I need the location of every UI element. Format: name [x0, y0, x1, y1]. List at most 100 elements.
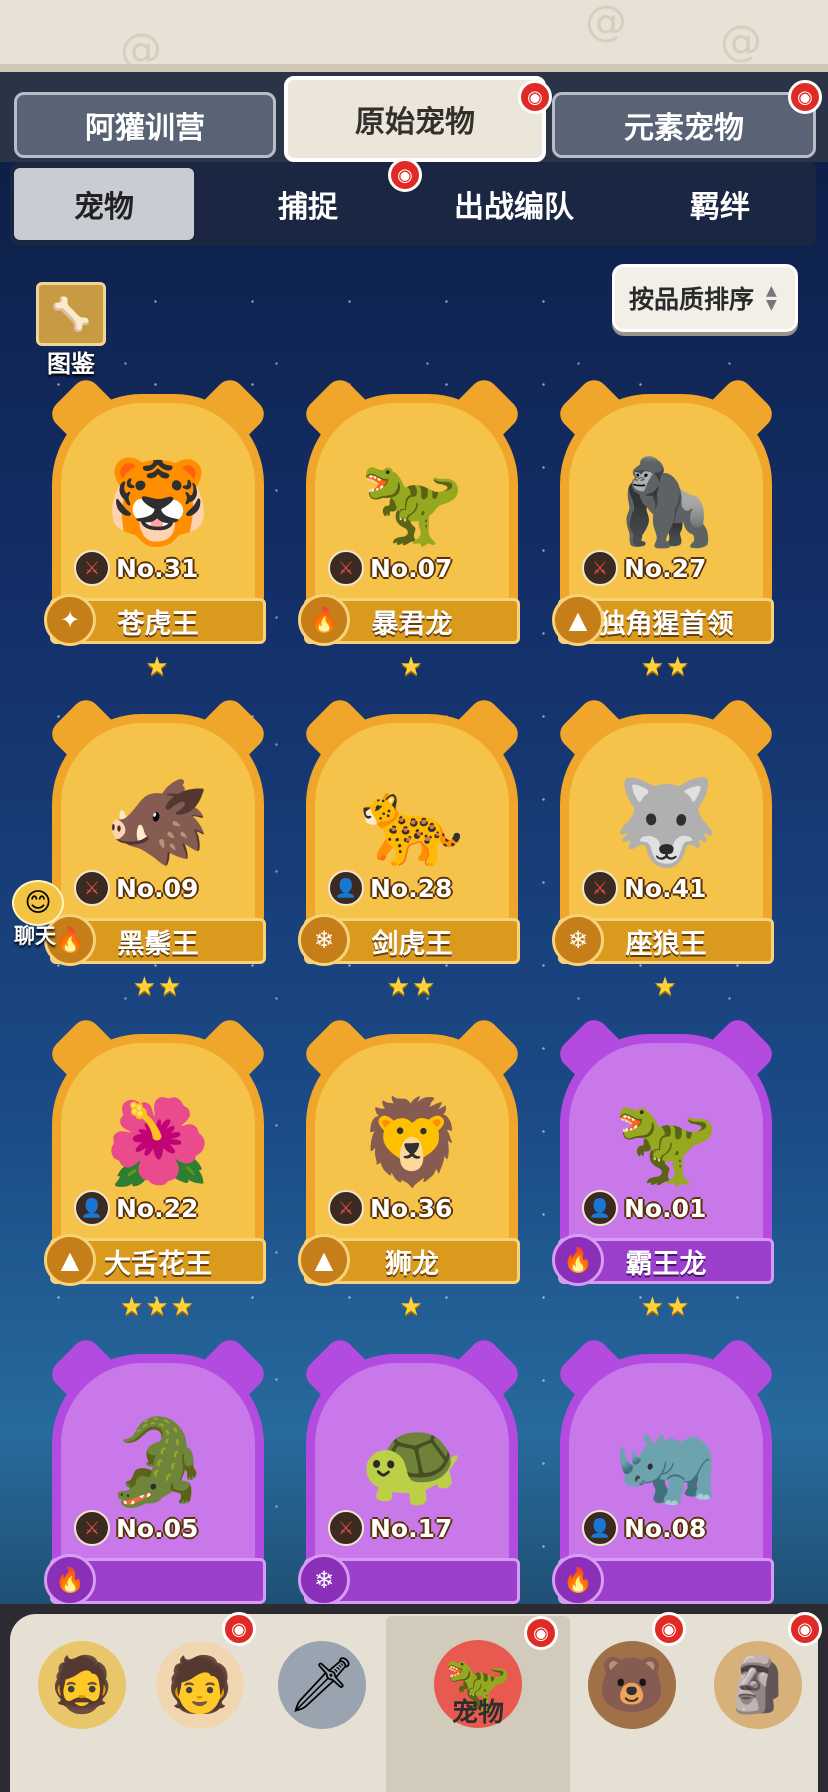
- pet-emblem: 🦖: [613, 1093, 719, 1191]
- alert-bell-icon: ◉: [788, 80, 822, 114]
- user-icon: 👤: [328, 870, 364, 906]
- pet-number: No.36: [370, 1193, 453, 1223]
- sword-icon: ⚔: [328, 1510, 364, 1546]
- codex-scroll-icon[interactable]: 🦴: [36, 282, 106, 346]
- sword-icon: ⚔: [328, 1190, 364, 1226]
- poison-element-icon: ✦: [44, 594, 96, 646]
- pet-emblem: 🐯: [105, 453, 211, 551]
- pet-stars: ★★: [132, 972, 184, 1002]
- pet-number-row: ⚔ No.31: [74, 550, 198, 586]
- pet-number: No.27: [624, 553, 707, 583]
- pet-card[interactable]: 🦁 ⚔ No.36 狮龙 ▲ ★: [298, 1014, 526, 1326]
- subtab-formation[interactable]: 出战编队: [424, 168, 604, 240]
- pet-stars: ★: [653, 972, 679, 1002]
- pet-card[interactable]: 🦍 ⚔ No.27 独角猩首领 ▲ ★★: [552, 374, 780, 686]
- subtab-pets[interactable]: 宠物: [14, 168, 194, 240]
- pet-name: 狮龙: [385, 1248, 439, 1280]
- earth-element-icon: ▲: [44, 1234, 96, 1286]
- pet-name: 霸王龙: [625, 1248, 707, 1280]
- pet-number-row: ⚔ No.07: [328, 550, 452, 586]
- alert-bell-icon: ◉: [388, 158, 422, 192]
- pet-stars: ★: [145, 652, 171, 682]
- pet-number-row: ⚔ No.09: [74, 870, 198, 906]
- nav-weapon[interactable]: 🗡: [262, 1620, 382, 1750]
- pet-name: 大舌花王: [104, 1248, 212, 1280]
- earth-element-icon: ▲: [552, 594, 604, 646]
- pet-card[interactable]: 🌺 👤 No.22 大舌花王 ▲ ★★★: [44, 1014, 272, 1326]
- ice-element-icon: ❄: [298, 914, 350, 966]
- pet-emblem: 🦍: [613, 453, 719, 551]
- pet-emblem: 🐺: [613, 773, 719, 871]
- pet-card[interactable]: 🦏 👤 No.08 🔥: [552, 1334, 780, 1646]
- pet-stars: ★★: [386, 972, 438, 1002]
- pet-number-row: ⚔ No.41: [582, 870, 706, 906]
- pet-card[interactable]: 🐆 👤 No.28 剑虎王 ❄ ★★: [298, 694, 526, 1006]
- pet-number-row: 👤 No.08: [582, 1510, 706, 1546]
- alert-bell-icon: ◉: [788, 1612, 822, 1646]
- weapon-icon: 🗡: [278, 1641, 366, 1729]
- subtab-bond[interactable]: 羁绊: [630, 168, 810, 240]
- pet-stars: ★★★: [120, 1292, 196, 1322]
- nav-pets-label: 宠物: [451, 1698, 504, 1728]
- alert-bell-icon: ◉: [518, 80, 552, 114]
- caveman-icon: 🧔: [38, 1641, 126, 1729]
- pet-number: No.41: [624, 873, 707, 903]
- pet-stars: ★: [399, 1292, 425, 1322]
- sword-icon: ⚔: [582, 870, 618, 906]
- pet-number-row: 👤 No.28: [328, 870, 452, 906]
- pet-card[interactable]: 🐺 ⚔ No.41 座狼王 ❄ ★: [552, 694, 780, 1006]
- chat-label[interactable]: 聊天: [14, 920, 56, 950]
- header-bar: @ @ @: [0, 0, 828, 72]
- user-icon: 👤: [74, 1190, 110, 1226]
- pet-emblem: 🌺: [105, 1093, 211, 1191]
- pet-name: 黑鬃王: [117, 928, 199, 960]
- tab-camp[interactable]: 阿獾训营: [14, 92, 276, 158]
- pet-emblem: 🦁: [359, 1093, 465, 1191]
- pet-number: No.08: [624, 1513, 707, 1543]
- tab-primitive-pets[interactable]: 原始宠物: [284, 76, 546, 162]
- pet-number: No.22: [116, 1193, 199, 1223]
- pet-card[interactable]: 🦖 ⚔ No.07 暴君龙 🔥 ★: [298, 374, 526, 686]
- sort-arrows-icon: ▲ ▼: [766, 283, 777, 313]
- sword-icon: ⚔: [328, 550, 364, 586]
- pet-emblem: 🦖: [359, 453, 465, 551]
- pet-card[interactable]: 🐢 ⚔ No.17 ❄: [298, 1334, 526, 1646]
- sword-icon: ⚔: [74, 1510, 110, 1546]
- pet-stars: ★★: [640, 652, 692, 682]
- pet-card[interactable]: 🦖 👤 No.01 霸王龙 🔥 ★★: [552, 1014, 780, 1326]
- ice-element-icon: ❄: [552, 914, 604, 966]
- nav-caveman[interactable]: 🧔: [22, 1620, 142, 1750]
- pet-emblem: 🐢: [359, 1413, 465, 1511]
- subtab-capture[interactable]: 捕捉: [218, 168, 398, 240]
- fire-element-icon: 🔥: [552, 1554, 604, 1606]
- swirl-decoration-icon: @: [720, 16, 762, 65]
- pet-card[interactable]: 🐗 ⚔ No.09 黑鬃王 🔥 ★★: [44, 694, 272, 1006]
- pet-number: No.01: [624, 1193, 707, 1223]
- codex-label[interactable]: 图鉴: [36, 344, 106, 379]
- pet-card[interactable]: 🐯 ⚔ No.31 苍虎王 ✦ ★: [44, 374, 272, 686]
- pet-number: No.09: [116, 873, 199, 903]
- user-icon: 👤: [582, 1190, 618, 1226]
- pet-stars: ★★: [640, 1292, 692, 1322]
- pet-number: No.05: [116, 1513, 199, 1543]
- pet-number-row: ⚔ No.27: [582, 550, 706, 586]
- pet-number-row: ⚔ No.17: [328, 1510, 452, 1546]
- alert-bell-icon: ◉: [524, 1616, 558, 1650]
- sword-icon: ⚔: [74, 550, 110, 586]
- hero-icon: 🧑: [156, 1641, 244, 1729]
- pet-emblem: 🐆: [359, 773, 465, 871]
- pet-number-row: 👤 No.01: [582, 1190, 706, 1226]
- pet-name: 剑虎王: [371, 928, 453, 960]
- pet-name: 暴君龙: [371, 608, 453, 640]
- pet-number: No.31: [116, 553, 199, 583]
- pet-number: No.17: [370, 1513, 453, 1543]
- alert-bell-icon: ◉: [652, 1612, 686, 1646]
- pet-card[interactable]: 🐊 ⚔ No.05 🔥: [44, 1334, 272, 1646]
- pet-number: No.28: [370, 873, 453, 903]
- swirl-decoration-icon: @: [585, 0, 627, 45]
- tab-element-pets[interactable]: 元素宠物: [552, 92, 816, 158]
- totem-icon: 🗿: [714, 1641, 802, 1729]
- sort-by-quality-button[interactable]: 按品质排序 ▲ ▼: [612, 264, 798, 332]
- fire-element-icon: 🔥: [44, 1554, 96, 1606]
- pet-number-row: ⚔ No.05: [74, 1510, 198, 1546]
